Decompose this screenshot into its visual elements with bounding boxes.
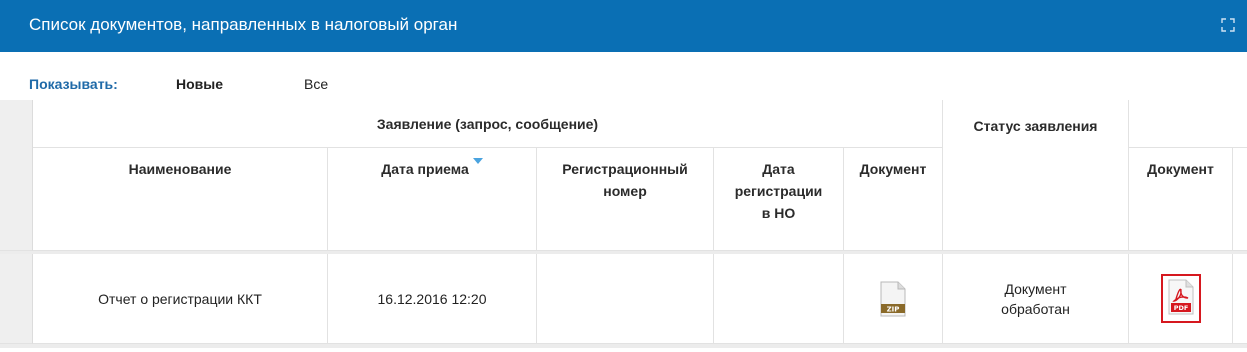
row-spacer: [1233, 254, 1247, 344]
col-header-reg-date-line1: Дата: [762, 161, 795, 177]
col-header-reg-number-line2: номер: [603, 183, 647, 199]
pdf-file-icon-label: PDF: [1173, 304, 1188, 312]
filter-all-link[interactable]: Все: [304, 76, 328, 92]
header-gutter: [0, 100, 33, 251]
panel-title: Список документов, направленных в налого…: [29, 15, 458, 34]
expand-icon[interactable]: [1221, 18, 1235, 32]
row-gutter: [0, 254, 33, 344]
col-header-date-received[interactable]: Дата приема: [328, 148, 537, 251]
col-header-document: Документ: [844, 148, 943, 251]
col-header-reg-date-line3: в НО: [761, 205, 796, 221]
col-header-spacer: [1233, 148, 1247, 251]
row-divider: [0, 344, 1247, 348]
col-header-name: Наименование: [33, 148, 328, 251]
pdf-file-icon: PDF: [1168, 279, 1193, 315]
filter-row: Показывать: Новые Все: [0, 70, 1247, 98]
cell-date-received: 16.12.2016 12:20: [328, 254, 537, 344]
filter-new-link[interactable]: Новые: [176, 76, 223, 92]
col-header-status-document: Документ: [1129, 148, 1233, 251]
status-line1: Документ: [1004, 280, 1067, 297]
col-header-date-received-label: Дата приема: [381, 161, 469, 177]
zip-file-icon[interactable]: ZIP: [878, 281, 908, 317]
col-header-reg-number: Регистрационный номер: [537, 148, 714, 251]
cell-reg-number: [537, 254, 714, 344]
pdf-download-button[interactable]: PDF: [1160, 274, 1201, 323]
col-header-reg-number-line1: Регистрационный: [562, 161, 688, 177]
cell-document: ZIP: [844, 254, 943, 344]
col-header-reg-date: Дата регистрации в НО: [714, 148, 844, 251]
filter-label: Показывать:: [29, 76, 118, 92]
col-header-reg-date-line2: регистрации: [734, 183, 823, 199]
panel-header: Список документов, направленных в налого…: [0, 0, 1247, 52]
cell-status: Документ обработан: [943, 254, 1129, 344]
cell-name: Отчет о регистрации ККТ: [33, 254, 328, 344]
status-doc-group-header: [1129, 100, 1247, 148]
documents-table: Заявление (запрос, сообщение) Статус зая…: [0, 100, 1247, 352]
status-header: Статус заявления: [943, 100, 1129, 251]
zip-file-icon-label: ZIP: [887, 305, 900, 313]
sort-desc-icon: [472, 158, 483, 164]
group-header: Заявление (запрос, сообщение): [33, 100, 943, 148]
cell-reg-date: [714, 254, 844, 344]
status-line2: обработан: [1001, 300, 1070, 317]
cell-status-document: PDF: [1129, 254, 1233, 344]
